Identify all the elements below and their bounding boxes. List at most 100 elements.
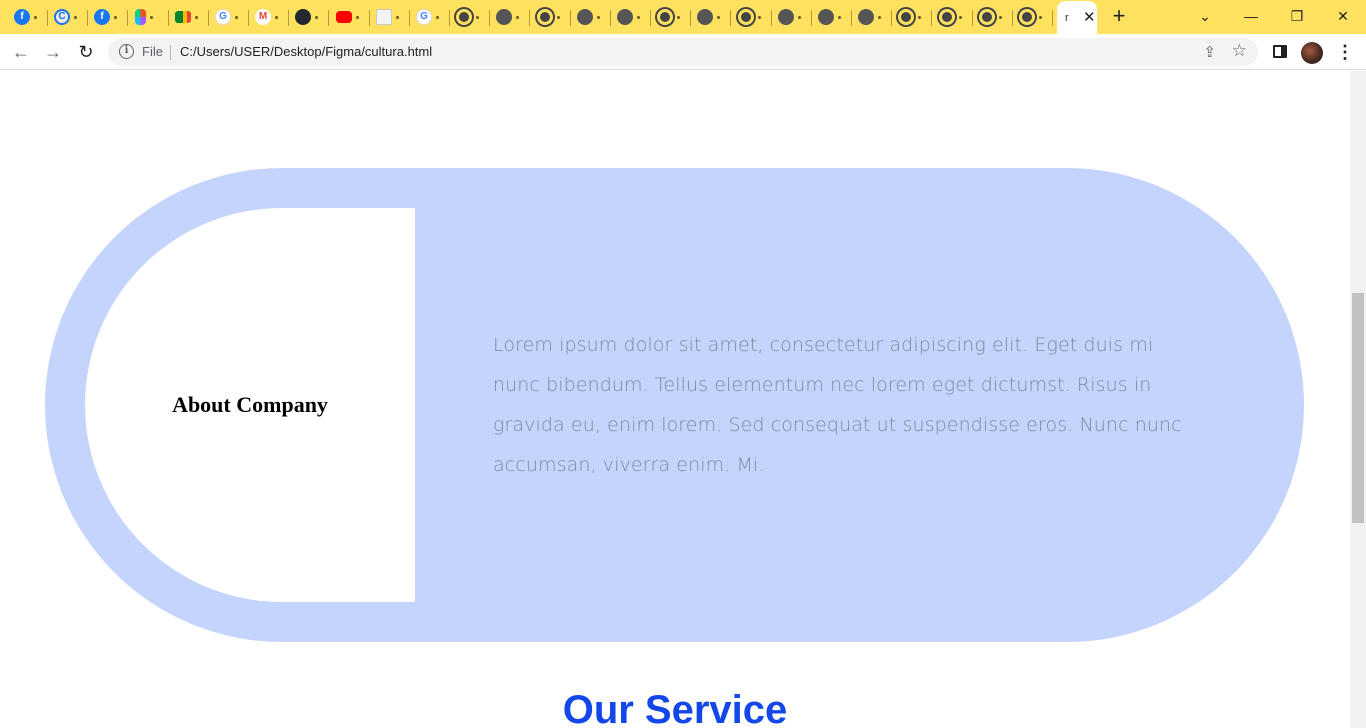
- globe-icon: [858, 9, 874, 25]
- globe-icon: [577, 9, 593, 25]
- close-tab-icon[interactable]: ✕: [1083, 10, 1096, 25]
- globe-icon: [496, 9, 512, 25]
- globe-icon: [697, 9, 713, 25]
- chrome-icon: [898, 9, 914, 25]
- tab-title-fragment: [516, 15, 519, 19]
- browser-tab[interactable]: [169, 3, 209, 31]
- figma-icon: [135, 9, 146, 25]
- minimize-button[interactable]: —: [1228, 4, 1274, 28]
- restore-button[interactable]: ❐: [1274, 4, 1320, 28]
- about-card: About Company: [85, 208, 415, 602]
- tab-title-fragment: [1039, 15, 1042, 19]
- bookmark-star-icon[interactable]: ☆: [1232, 41, 1247, 61]
- tab-separator: [931, 10, 932, 26]
- tab-title-fragment: [476, 15, 479, 19]
- youtube-icon: [336, 11, 352, 23]
- tab-title-fragment: [74, 15, 77, 19]
- tab-title-fragment: [999, 15, 1002, 19]
- tab-strip: f Cf G M G r ✕ + ⌄ — ❐ ✕: [0, 0, 1366, 34]
- globe-icon: [617, 9, 633, 25]
- tab-separator: [127, 10, 128, 26]
- tab-title-fragment: [195, 15, 198, 19]
- about-description: Lorem ipsum dolor sit amet, consectetur …: [493, 334, 1182, 476]
- tab-separator: [730, 10, 731, 26]
- browser-menu-icon[interactable]: ⋮: [1336, 42, 1354, 62]
- tab-title-fragment: [677, 15, 680, 19]
- about-section: About Company Lorem ipsum dolor sit amet…: [45, 168, 1304, 642]
- tab-separator: [529, 10, 530, 26]
- browser-tab[interactable]: [129, 3, 169, 31]
- tab-title-fragment: [557, 15, 560, 19]
- tab-title-fragment: [637, 15, 640, 19]
- browser-tab[interactable]: f: [8, 3, 48, 31]
- url-text[interactable]: C:/Users/USER/Desktop/Figma/cultura.html: [180, 44, 432, 59]
- browser-tab[interactable]: [370, 3, 410, 31]
- chrome-icon: [537, 9, 553, 25]
- chrome-icon: [456, 9, 472, 25]
- tab-title-fragment: [878, 15, 881, 19]
- forward-button[interactable]: →: [42, 41, 64, 63]
- page-viewport: About Company Lorem ipsum dolor sit amet…: [0, 71, 1350, 728]
- service-title: Our Service: [562, 688, 788, 728]
- tab-search-icon[interactable]: ⌄: [1182, 4, 1228, 28]
- browser-tab[interactable]: [892, 3, 932, 31]
- tab-title-fragment: [34, 15, 37, 19]
- tab-title-fragment: [356, 15, 359, 19]
- facebook-icon: f: [14, 9, 30, 25]
- edu-icon: C: [54, 9, 70, 25]
- browser-tab[interactable]: [571, 3, 611, 31]
- tab-separator: [328, 10, 329, 26]
- browser-tab[interactable]: [1013, 3, 1053, 31]
- browser-tab[interactable]: C: [48, 3, 88, 31]
- omnibox-divider: [170, 45, 171, 60]
- scheme-label: File: [142, 44, 163, 59]
- page-scrollbar[interactable]: [1350, 71, 1366, 728]
- reload-button[interactable]: ↻: [75, 41, 97, 63]
- browser-tab[interactable]: [852, 3, 892, 31]
- browser-tab[interactable]: f: [88, 3, 128, 31]
- tab-title-fragment: [436, 15, 439, 19]
- browser-tab[interactable]: [973, 3, 1013, 31]
- share-icon[interactable]: ⇪: [1203, 43, 1216, 61]
- site-info-icon[interactable]: i: [119, 44, 134, 59]
- browser-tab[interactable]: [772, 3, 812, 31]
- tab-separator: [1052, 10, 1053, 26]
- browser-tab[interactable]: [691, 3, 731, 31]
- tab-title-fragment: [838, 15, 841, 19]
- chrome-icon: [738, 9, 754, 25]
- active-tab-title: r: [1065, 11, 1069, 24]
- browser-tab[interactable]: [490, 3, 530, 31]
- browser-tab[interactable]: [611, 3, 651, 31]
- browser-tab[interactable]: [289, 3, 329, 31]
- tab-title-fragment: [275, 15, 278, 19]
- browser-tab[interactable]: [812, 3, 852, 31]
- close-window-button[interactable]: ✕: [1320, 4, 1366, 28]
- tab-title-fragment: [315, 15, 318, 19]
- back-button[interactable]: ←: [10, 41, 32, 63]
- chrome-icon: [939, 9, 955, 25]
- browser-tab[interactable]: M: [249, 3, 289, 31]
- browser-tab[interactable]: [330, 3, 370, 31]
- new-tab-button[interactable]: +: [1108, 5, 1130, 27]
- browser-tab[interactable]: [531, 3, 571, 31]
- browser-toolbar: ← → ↻ i File C:/Users/USER/Desktop/Figma…: [0, 34, 1366, 70]
- tab-title-fragment: [597, 15, 600, 19]
- github-icon: [295, 9, 311, 25]
- tab-title-fragment: [396, 15, 399, 19]
- browser-tab[interactable]: G: [410, 3, 450, 31]
- tab-title-fragment: [150, 15, 153, 19]
- profile-avatar[interactable]: [1301, 42, 1323, 64]
- browser-tab[interactable]: [933, 3, 973, 31]
- browser-tab[interactable]: [732, 3, 772, 31]
- tab-title-fragment: [114, 15, 117, 19]
- document-icon: [376, 9, 392, 25]
- tab-active[interactable]: r ✕: [1057, 1, 1097, 34]
- side-panel-icon[interactable]: [1273, 45, 1287, 58]
- browser-tab[interactable]: [651, 3, 691, 31]
- tab-title-fragment: [758, 15, 761, 19]
- address-bar[interactable]: i File C:/Users/USER/Desktop/Figma/cultu…: [108, 38, 1258, 66]
- browser-tab[interactable]: [450, 3, 490, 31]
- browser-tab[interactable]: G: [209, 3, 249, 31]
- chrome-icon: [979, 9, 995, 25]
- scrollbar-thumb[interactable]: [1352, 293, 1364, 523]
